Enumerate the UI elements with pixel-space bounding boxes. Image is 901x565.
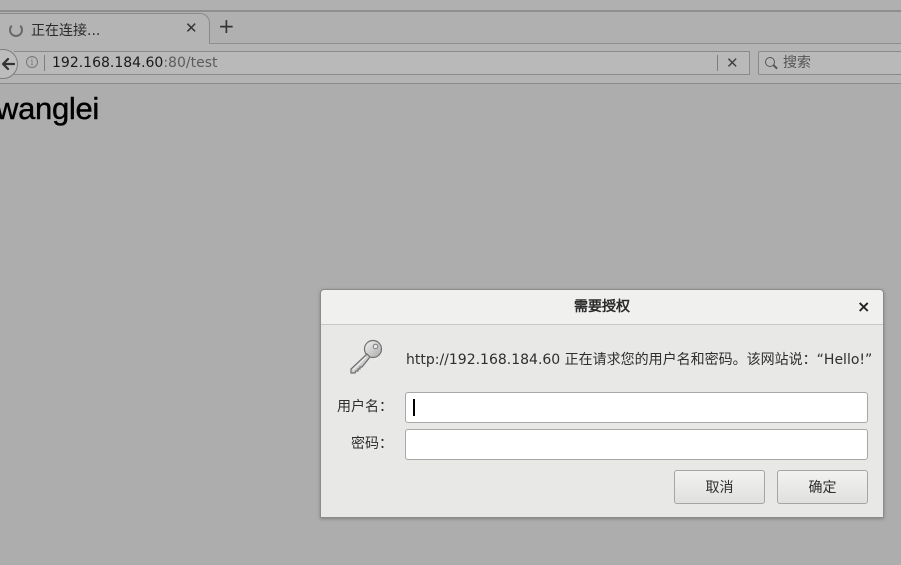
new-tab-plus-icon[interactable]: + <box>218 16 235 36</box>
tab-close-icon[interactable]: ✕ <box>185 19 198 37</box>
tab-active[interactable]: 正在连接... ✕ <box>0 13 210 45</box>
page-heading: wanglei <box>0 91 100 126</box>
tab-strip: 正在连接... ✕ + <box>0 0 901 45</box>
dialog-title: 需要授权 <box>574 299 630 315</box>
dialog-close-icon[interactable]: × <box>857 298 870 316</box>
search-placeholder: 搜索 <box>783 55 811 71</box>
loading-spinner-icon <box>9 23 23 37</box>
window-top-edge <box>0 10 901 12</box>
ok-button[interactable]: 确定 <box>777 470 868 504</box>
username-input[interactable] <box>405 392 868 423</box>
url-path: :80/test <box>163 55 218 71</box>
dialog-message: http://192.168.184.60 正在请求您的用户名和密码。该网站说：… <box>406 352 873 368</box>
url-host: 192.168.184.60 <box>52 55 164 71</box>
auth-dialog: 需要授权 × http://192.168.184.60 正在请求您的用户名和密… <box>320 289 884 518</box>
cancel-button[interactable]: 取消 <box>674 470 765 504</box>
text-caret <box>413 399 415 416</box>
tab-title: 正在连接... <box>31 23 101 39</box>
stop-separator <box>717 55 718 71</box>
search-bar[interactable]: 搜索 <box>758 51 901 75</box>
site-info-icon[interactable]: i <box>26 56 38 68</box>
search-icon <box>765 57 775 67</box>
username-label: 用户名： <box>337 399 393 415</box>
address-bar[interactable]: i 192.168.184.60:80/test ✕ <box>14 51 750 75</box>
password-label: 密码： <box>351 436 393 452</box>
url-separator <box>44 55 45 71</box>
stop-loading-icon[interactable]: ✕ <box>726 53 739 73</box>
back-arrow-icon <box>1 57 15 71</box>
dialog-titlebar: 需要授权 × <box>321 290 883 325</box>
url-text[interactable]: 192.168.184.60:80/test <box>52 54 217 72</box>
key-icon <box>350 339 383 374</box>
password-input[interactable] <box>405 429 868 460</box>
navigation-toolbar: i 192.168.184.60:80/test ✕ 搜索 <box>0 44 901 84</box>
